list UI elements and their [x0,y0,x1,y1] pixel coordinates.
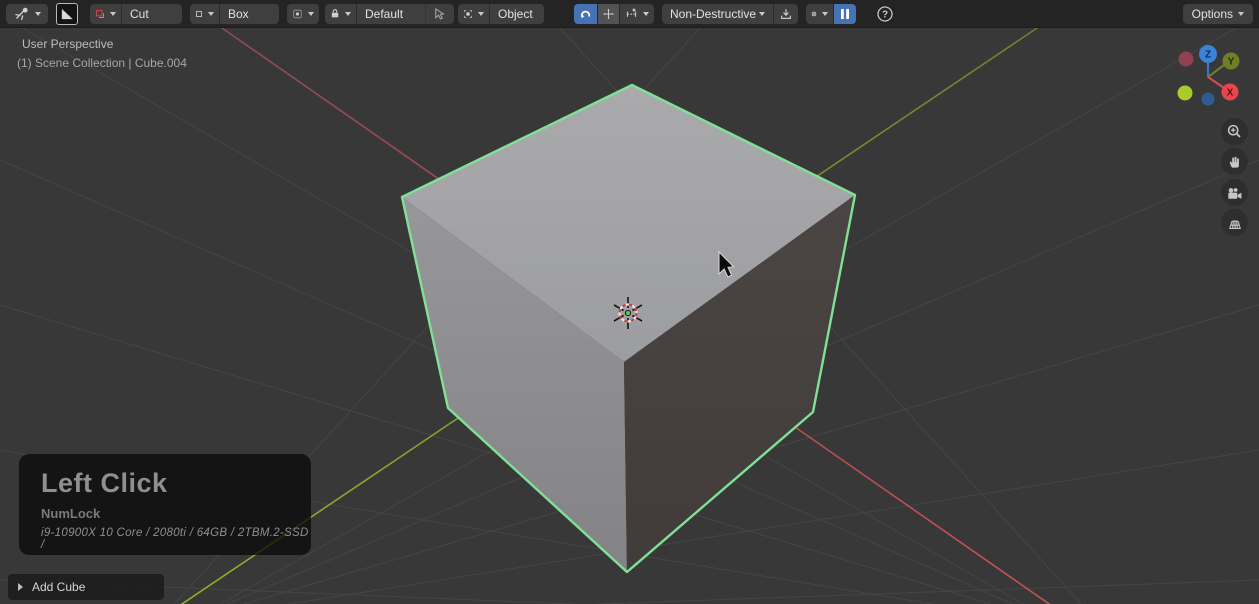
pan-view-button[interactable] [1221,148,1248,175]
boxcutter-logo-icon [60,6,75,21]
camera-view-button[interactable] [1221,179,1248,206]
options-label: Options [1192,7,1233,21]
view-perspective-label: User Perspective [22,37,113,51]
active-tool-pin-icon [14,6,30,22]
preset-field[interactable]: Default [357,4,454,24]
viewport-header: Cut Box [0,0,1259,28]
solo-shape-dropdown[interactable] [287,4,319,24]
breadcrumb: (1) Scene Collection | Cube.004 [17,56,187,70]
blender-window: Z Y X [0,0,1259,604]
gizmo-neg-y-ball[interactable] [1178,86,1193,101]
grid-snap-toggle[interactable] [598,4,620,24]
snap-rotate-toggle[interactable] [574,4,598,24]
zoom-icon [1226,123,1243,140]
square-dot-icon [292,7,303,21]
pause-toggle[interactable] [834,4,856,24]
shape-label: Box [228,7,249,21]
chevron-down-icon [345,12,351,16]
chevron-down-icon [110,12,116,16]
operator-panel[interactable]: Add Cube [8,574,164,600]
snap-toggle-group [574,4,654,24]
lock-preset-dropdown[interactable] [325,4,357,24]
red-square-icon [95,7,105,21]
gizmo-neg-z-ball[interactable] [1202,93,1215,106]
behavior-group: Non-Destructive [662,4,798,24]
custom-operator-slot[interactable] [425,4,446,24]
settings-dropdown[interactable] [806,4,834,24]
square-outline-icon [195,7,203,21]
plus-grid-icon [603,7,614,21]
help-glyph: ? [882,9,888,20]
behavior-label: Non-Destructive [670,7,756,21]
preset-group: Default [325,4,454,24]
gizmo-y-label: Y [1228,57,1235,68]
cut-mode-field[interactable]: Cut [122,4,182,24]
chevron-down-icon [35,12,41,16]
chevron-down-icon [643,12,649,16]
mode-label: Object [498,7,533,21]
grid-dome-icon [1227,215,1243,231]
mode-field[interactable]: Object [490,4,544,24]
gizmo-x-label: X [1227,88,1234,99]
settings-group [806,4,856,24]
cut-mode-label: Cut [130,7,149,21]
screencast-modifier: NumLock [41,506,311,521]
chevron-down-icon [308,12,314,16]
cut-shape-dropdown[interactable] [90,4,122,24]
chevron-down-icon [208,12,214,16]
chevron-down-icon [759,12,765,16]
screencast-key: Left Click [41,468,311,499]
shape-field[interactable]: Box [220,4,279,24]
screencast-overlay: Left Click NumLock i9-10900X 10 Core / 2… [19,454,311,555]
chevron-down-icon [822,12,828,16]
screencast-hardware: i9-10900X 10 Core / 2080ti / 64GB / 2TBM… [41,527,311,551]
pan-hand-icon [1227,154,1243,170]
mouse-pointer-icon [433,7,446,21]
pause-icon [840,8,850,20]
shape-dropdown[interactable] [190,4,220,24]
import-arrow-icon [779,7,793,21]
preset-label: Default [365,7,403,21]
collapse-arrow-icon [18,583,23,591]
chevron-down-icon [478,12,484,16]
array-spacing-dropdown[interactable] [620,4,654,24]
zoom-view-button[interactable] [1221,118,1248,145]
import-button[interactable] [774,4,798,24]
mode-group: Object [458,4,544,24]
lock-icon [330,7,340,20]
gear-icon [811,7,817,21]
cut-operation-group: Cut [90,4,182,24]
array-spacing-icon [625,7,638,21]
tool-selector-button[interactable] [6,4,48,24]
gizmo-z-label: Z [1205,50,1211,61]
question-mark-icon: ? [876,5,894,23]
behavior-dropdown[interactable]: Non-Destructive [662,4,774,24]
chevron-down-icon [1238,12,1244,16]
boxcutter-logo-button[interactable] [56,3,78,25]
options-dropdown[interactable]: Options [1183,4,1253,24]
frame-square-icon [463,7,473,21]
help-button[interactable]: ? [874,4,896,24]
mode-icon-dropdown[interactable] [458,4,490,24]
curved-arrow-icon [579,6,592,21]
camera-icon [1226,185,1243,201]
gizmo-neg-x-ball[interactable] [1179,52,1194,67]
operator-label: Add Cube [32,580,85,594]
shape-group: Box [190,4,279,24]
toggle-projection-button[interactable] [1221,209,1248,236]
